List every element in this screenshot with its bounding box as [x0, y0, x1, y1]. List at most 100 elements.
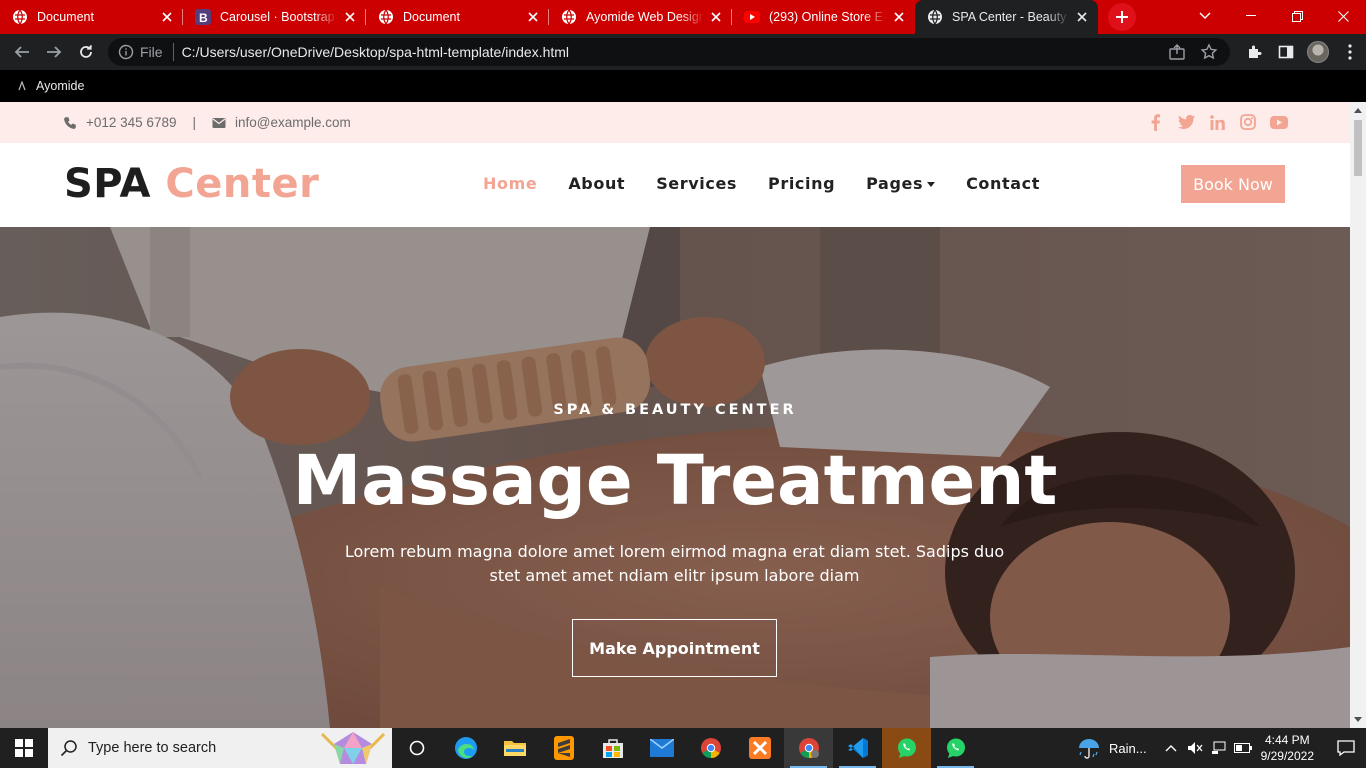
chrome-app[interactable]	[686, 728, 735, 768]
clock-date: 9/29/2022	[1260, 749, 1314, 763]
close-window-button[interactable]	[1320, 0, 1366, 32]
network-icon[interactable]	[1207, 741, 1231, 755]
browser-tab[interactable]: B Carousel · Bootstrap v5	[183, 0, 366, 34]
nav-contact[interactable]: Contact	[966, 174, 1040, 193]
start-button[interactable]	[0, 728, 48, 768]
toolbar-right	[1238, 36, 1366, 68]
side-panel-button[interactable]	[1270, 36, 1302, 68]
arrow-right-icon	[47, 46, 62, 58]
windows-taskbar: Type here to search Rain... 4:44 PM 9/29…	[0, 728, 1366, 768]
profile-button[interactable]	[1302, 36, 1334, 68]
url-text: C:/Users/user/OneDrive/Desktop/spa-html-…	[181, 44, 570, 60]
microsoft-store-app[interactable]	[588, 728, 637, 768]
close-tab-icon[interactable]	[342, 9, 358, 25]
sublime-text-app[interactable]	[539, 728, 588, 768]
system-tray: Rain... 4:44 PM 9/29/2022	[1077, 728, 1366, 768]
linkedin-icon[interactable]	[1208, 113, 1226, 131]
browser-tabstrip: Document B Carousel · Bootstrap v5 Docum…	[0, 0, 1366, 34]
minimize-button[interactable]	[1228, 0, 1274, 32]
vscode-app[interactable]	[833, 728, 882, 768]
globe-icon	[561, 9, 577, 25]
nav-home[interactable]: Home	[483, 174, 537, 193]
menu-button[interactable]	[1334, 36, 1366, 68]
twitter-icon[interactable]	[1177, 113, 1195, 131]
scrollbar-thumb[interactable]	[1354, 120, 1362, 176]
globe-icon	[12, 9, 28, 25]
nav-pages-dropdown[interactable]: Pages	[866, 174, 936, 193]
whatsapp-app-active[interactable]	[882, 728, 931, 768]
forward-button[interactable]	[38, 36, 70, 68]
site-logo[interactable]: SPA Center	[64, 161, 319, 207]
email-address: info@example.com	[234, 115, 351, 130]
battery-icon[interactable]	[1231, 743, 1255, 753]
logo-part-2: Center	[165, 161, 320, 207]
address-bar[interactable]: File C:/Users/user/OneDrive/Desktop/spa-…	[108, 38, 1230, 66]
nav-services[interactable]: Services	[656, 174, 737, 193]
youtube-icon[interactable]	[1270, 113, 1288, 131]
youtube-icon	[744, 9, 760, 25]
windows-logo-icon	[15, 739, 33, 757]
close-tab-icon[interactable]	[159, 9, 175, 25]
whatsapp-app[interactable]	[931, 728, 980, 768]
puzzle-icon	[1249, 45, 1262, 58]
browser-tab[interactable]: Ayomide Web Designer	[549, 0, 732, 34]
taskbar-search[interactable]: Type here to search	[48, 728, 392, 768]
tab-search-button[interactable]	[1182, 0, 1228, 32]
search-placeholder: Type here to search	[88, 740, 217, 756]
instagram-icon[interactable]	[1239, 113, 1257, 131]
share-icon[interactable]	[1168, 43, 1186, 61]
close-tab-icon[interactable]	[1074, 9, 1090, 25]
edge-icon	[454, 737, 477, 759]
browser-tab-active[interactable]: SPA Center - Beauty & Spa	[915, 0, 1098, 34]
star-icon[interactable]	[1200, 43, 1218, 61]
make-appointment-button[interactable]: Make Appointment	[572, 619, 777, 677]
scroll-up-arrow-icon[interactable]	[1354, 108, 1362, 113]
avatar	[1307, 41, 1329, 63]
address-divider	[172, 43, 174, 61]
extensions-button[interactable]	[1238, 36, 1270, 68]
xampp-app[interactable]	[735, 728, 784, 768]
umbrella-rain-icon	[1079, 739, 1100, 759]
taskbar-clock[interactable]: 4:44 PM 9/29/2022	[1261, 732, 1314, 764]
mail-app[interactable]	[637, 728, 686, 768]
browser-tab[interactable]: (293) Online Store E-commerce	[732, 0, 915, 34]
back-button[interactable]	[6, 36, 38, 68]
envelope-icon	[212, 117, 226, 128]
search-highlight-art	[320, 732, 386, 764]
tab-title: Ayomide Web Designer	[586, 10, 704, 24]
close-tab-icon[interactable]	[708, 9, 724, 25]
weather-widget[interactable]: Rain...	[1077, 737, 1147, 759]
tab-title: (293) Online Store E-commerce	[769, 10, 887, 24]
close-tab-icon[interactable]	[525, 9, 541, 25]
reload-button[interactable]	[70, 36, 102, 68]
file-explorer-app[interactable]	[490, 728, 539, 768]
task-view-button[interactable]	[392, 728, 441, 768]
speaker-muted-icon[interactable]	[1183, 741, 1207, 755]
notifications-button[interactable]	[1326, 740, 1366, 756]
nav-about[interactable]: About	[568, 174, 625, 193]
close-tab-icon[interactable]	[891, 9, 907, 25]
browser-tab[interactable]: Document	[0, 0, 183, 34]
restore-button[interactable]	[1274, 0, 1320, 32]
chevron-up-icon[interactable]	[1159, 744, 1183, 752]
hero-description: Lorem rebum magna dolore amet lorem eirm…	[344, 542, 1005, 585]
logo-part-1: SPA	[64, 161, 151, 207]
chrome-app-running[interactable]	[784, 728, 833, 768]
window-controls	[1182, 0, 1366, 34]
page-scrollbar[interactable]	[1350, 102, 1366, 728]
facebook-icon[interactable]	[1146, 113, 1164, 131]
bookmark-item[interactable]: Ayomide	[18, 79, 84, 93]
side-panel-icon	[1278, 45, 1294, 59]
nav-pricing[interactable]: Pricing	[768, 174, 835, 193]
browser-tab[interactable]: Document	[366, 0, 549, 34]
tab-title: Document	[37, 10, 94, 24]
edge-app[interactable]	[441, 728, 490, 768]
notification-icon	[1337, 740, 1355, 756]
mail-icon	[649, 739, 674, 757]
scroll-down-arrow-icon[interactable]	[1354, 717, 1362, 722]
social-links	[1146, 113, 1288, 131]
book-now-button[interactable]: Book Now	[1181, 165, 1285, 203]
new-tab-button[interactable]	[1108, 3, 1136, 31]
page-viewport: +012 345 6789 | info@example.com SPA Cen…	[0, 102, 1350, 728]
bootstrap-icon: B	[195, 9, 211, 25]
